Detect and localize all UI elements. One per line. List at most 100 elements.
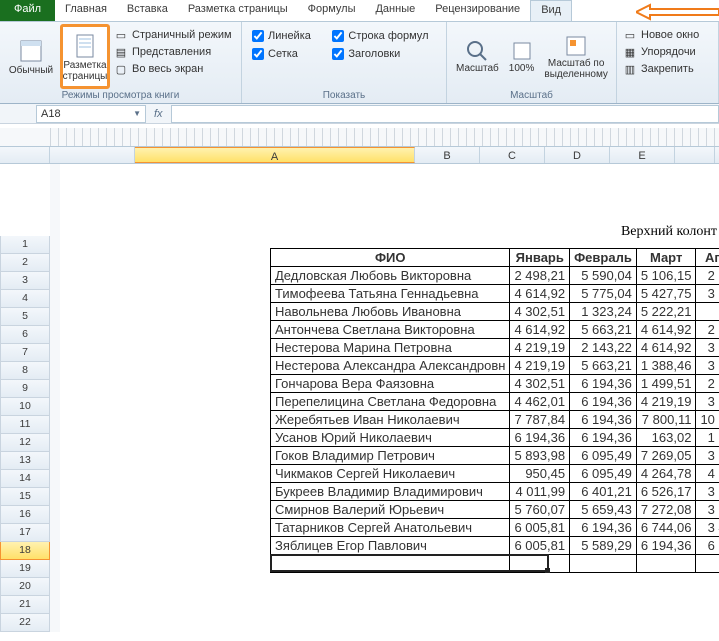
tab-page-layout[interactable]: Разметка страницы <box>178 0 298 21</box>
row-headers: 12345678910111213141516171819202122 <box>0 164 50 632</box>
table-row[interactable]: Усанов Юрий Николаевич6 194,366 194,3616… <box>271 429 719 447</box>
row-header[interactable]: 15 <box>0 488 50 506</box>
th-jan: Январь <box>510 249 570 267</box>
table-row[interactable]: Нестерова Александра Александровн4 219,1… <box>271 357 719 375</box>
table-row[interactable]: Антончева Светлана Викторовна4 614,925 6… <box>271 321 719 339</box>
row-header[interactable]: 16 <box>0 506 50 524</box>
table-row[interactable]: Гоков Владимир Петрович5 893,986 095,497… <box>271 447 719 465</box>
table-row[interactable]: Тимофеева Татьяна Геннадьевна4 614,925 7… <box>271 285 719 303</box>
table-row[interactable]: Дедловская Любовь Викторовна2 498,215 59… <box>271 267 719 285</box>
zoom-100-label: 100% <box>509 63 535 74</box>
normal-view-label: Обычный <box>9 65 53 76</box>
th-mar: Март <box>636 249 696 267</box>
gridlines-checkbox[interactable]: Сетка <box>252 48 318 60</box>
table-row[interactable]: Смирнов Валерий Юрьевич5 760,075 659,437… <box>271 501 719 519</box>
page-layout-label: Разметка страницы <box>63 60 108 82</box>
table-row[interactable]: Навольнева Любовь Ивановна4 302,511 323,… <box>271 303 719 321</box>
normal-view-button[interactable]: Обычный <box>6 24 56 89</box>
tab-home[interactable]: Главная <box>55 0 117 21</box>
ribbon-tabs: Файл Главная Вставка Разметка страницы Ф… <box>0 0 719 22</box>
col-header-B[interactable]: B <box>415 147 480 163</box>
new-window-icon: ▭ <box>623 28 637 42</box>
name-box[interactable]: A18 ▼ <box>36 105 146 123</box>
table-row[interactable]: Нестерова Марина Петровна4 219,192 143,2… <box>271 339 719 357</box>
row-header[interactable]: 8 <box>0 362 50 380</box>
row-header[interactable]: 11 <box>0 416 50 434</box>
row-header[interactable]: 18 <box>0 542 50 560</box>
col-header-A[interactable]: A <box>135 147 415 163</box>
table-row[interactable] <box>271 555 719 573</box>
new-window-button[interactable]: ▭Новое окно <box>623 28 712 42</box>
row-header[interactable]: 22 <box>0 614 50 632</box>
custom-views-icon: ▤ <box>114 45 128 59</box>
tab-file[interactable]: Файл <box>0 0 55 21</box>
row-header[interactable]: 13 <box>0 452 50 470</box>
tab-data[interactable]: Данные <box>365 0 425 21</box>
row-header[interactable]: 6 <box>0 326 50 344</box>
row-header[interactable]: 12 <box>0 434 50 452</box>
row-header[interactable]: 9 <box>0 380 50 398</box>
formula-input[interactable] <box>171 105 719 123</box>
row-header[interactable]: 4 <box>0 290 50 308</box>
formula-bar: A18 ▼ fx <box>0 104 719 124</box>
custom-views-button[interactable]: ▤Представления <box>114 45 232 59</box>
tab-formulas[interactable]: Формулы <box>298 0 366 21</box>
col-header-D[interactable]: D <box>545 147 610 163</box>
row-header[interactable]: 20 <box>0 578 50 596</box>
horizontal-ruler <box>0 128 719 146</box>
table-row[interactable]: Перепелицина Светлана Федоровна4 462,016… <box>271 393 719 411</box>
column-headers: A B C D E <box>0 146 719 164</box>
table-row[interactable]: Гончарова Вера Фаязовна4 302,516 194,361… <box>271 375 719 393</box>
row-header[interactable]: 21 <box>0 596 50 614</box>
worksheet-area[interactable]: Верхний колонт ФИО Январь Февраль Март А… <box>135 164 719 632</box>
formula-bar-checkbox[interactable]: Строка формул <box>332 30 436 42</box>
arrange-button[interactable]: ▦Упорядочи <box>623 45 712 59</box>
row-header[interactable]: 14 <box>0 470 50 488</box>
freeze-icon: ▥ <box>623 62 637 76</box>
name-box-dropdown-icon[interactable]: ▼ <box>133 109 141 118</box>
tab-review[interactable]: Рецензирование <box>425 0 530 21</box>
fx-icon[interactable]: fx <box>154 108 163 120</box>
tab-view[interactable]: Вид <box>530 0 572 21</box>
magnifier-icon <box>465 39 489 63</box>
table-row[interactable]: Жеребятьев Иван Николаевич7 787,846 194,… <box>271 411 719 429</box>
ruler-checkbox[interactable]: Линейка <box>252 30 318 42</box>
row-header[interactable]: 17 <box>0 524 50 542</box>
fullscreen-icon: ▢ <box>114 62 128 76</box>
row-header[interactable]: 19 <box>0 560 50 578</box>
fullscreen-button[interactable]: ▢Во весь экран <box>114 62 232 76</box>
data-table: ФИО Январь Февраль Март Апрель Май Дедло… <box>270 248 719 573</box>
zoom-selection-icon <box>564 34 588 58</box>
col-header-C[interactable]: C <box>480 147 545 163</box>
zoom-100-icon <box>510 39 534 63</box>
page-header-text: Верхний колонт <box>135 224 719 240</box>
col-header-E[interactable]: E <box>610 147 675 163</box>
row-header[interactable]: 3 <box>0 272 50 290</box>
freeze-panes-button[interactable]: ▥Закрепить <box>623 62 712 76</box>
views-group-title: Режимы просмотра книги <box>6 89 235 103</box>
row-header[interactable]: 2 <box>0 254 50 272</box>
zoom-group-title: Масштаб <box>453 89 610 103</box>
zoom-button[interactable]: Масштаб <box>453 24 502 89</box>
select-all-corner[interactable] <box>0 147 50 163</box>
page-layout-button[interactable]: Разметка страницы <box>60 24 110 89</box>
tab-insert[interactable]: Вставка <box>117 0 178 21</box>
zoom-100-button[interactable]: 100% <box>506 24 538 89</box>
page-break-icon: ▭ <box>114 28 128 42</box>
page-break-preview-button[interactable]: ▭Страничный режим <box>114 28 232 42</box>
table-row[interactable]: Зяблицев Егор Павлович6 005,815 589,296 … <box>271 537 719 555</box>
th-apr: Апрель <box>696 249 719 267</box>
arrange-icon: ▦ <box>623 45 637 59</box>
headings-checkbox[interactable]: Заголовки <box>332 48 436 60</box>
row-header[interactable]: 10 <box>0 398 50 416</box>
row-header[interactable]: 1 <box>0 236 50 254</box>
row-header[interactable]: 7 <box>0 344 50 362</box>
zoom-to-selection-button[interactable]: Масштаб по выделенному <box>541 24 611 89</box>
row-header[interactable]: 5 <box>0 308 50 326</box>
table-row[interactable]: Чикмаков Сергей Николаевич950,456 095,49… <box>271 465 719 483</box>
normal-view-icon <box>17 37 45 65</box>
table-row[interactable]: Татарников Сергей Анатольевич6 005,816 1… <box>271 519 719 537</box>
zoom-selection-label: Масштаб по выделенному <box>544 58 608 80</box>
page-layout-icon <box>71 32 99 60</box>
table-row[interactable]: Букреев Владимир Владимирович4 011,996 4… <box>271 483 719 501</box>
